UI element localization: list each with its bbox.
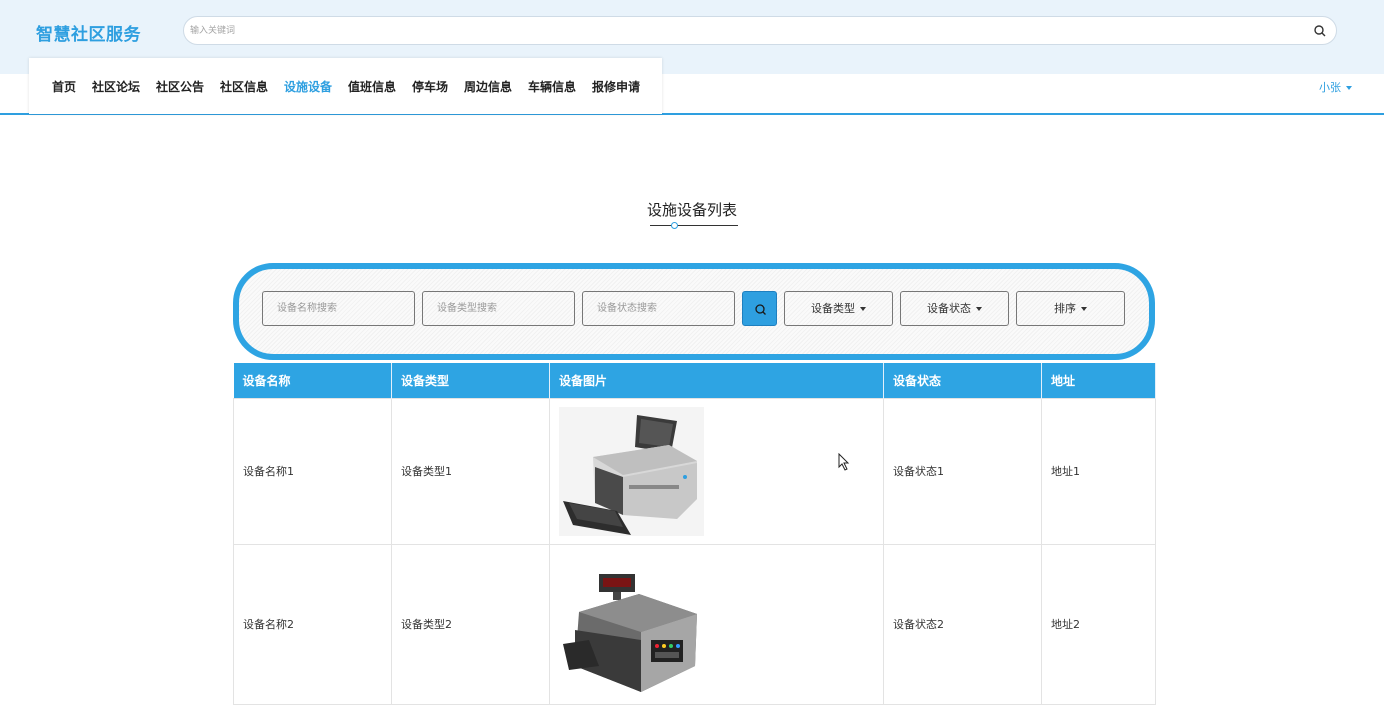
nav-item-home[interactable]: 首页	[52, 78, 76, 95]
cell-name: 设备名称1	[233, 397, 392, 545]
column-header-type: 设备类型	[391, 363, 550, 398]
user-menu[interactable]: 小张	[1319, 79, 1352, 95]
chevron-down-icon	[1081, 307, 1087, 311]
nav-item-forum[interactable]: 社区论坛	[92, 78, 140, 95]
nav-item-repair[interactable]: 报修申请	[592, 78, 640, 95]
chevron-down-icon	[976, 307, 982, 311]
equipment-table: 设备名称 设备类型 设备图片 设备状态 地址 设备名称1 设备类型1 设备状态1…	[233, 363, 1156, 705]
printer-image[interactable]	[559, 406, 704, 536]
global-search-box	[183, 16, 1337, 45]
user-name: 小张	[1319, 81, 1341, 94]
cash-counter-image[interactable]	[559, 570, 704, 692]
main-nav: 首页 社区论坛 社区公告 社区信息 设施设备 值班信息 停车场 周边信息 车辆信…	[29, 58, 662, 114]
table-header-row: 设备名称 设备类型 设备图片 设备状态 地址	[233, 363, 1156, 398]
search-icon[interactable]	[1312, 23, 1328, 39]
equipment-type-dropdown[interactable]: 设备类型	[784, 291, 893, 326]
equipment-type-dropdown-label: 设备类型	[811, 302, 855, 315]
sort-dropdown[interactable]: 排序	[1016, 291, 1125, 326]
filter-search-button[interactable]	[742, 291, 777, 326]
cell-status: 设备状态1	[883, 397, 1042, 545]
nav-item-vehicles[interactable]: 车辆信息	[528, 78, 576, 95]
equipment-type-search-input[interactable]	[422, 291, 575, 326]
title-dot-icon	[671, 222, 678, 229]
nav-item-parking[interactable]: 停车场	[412, 78, 448, 95]
equipment-status-search-input[interactable]	[582, 291, 735, 326]
cell-status: 设备状态2	[883, 543, 1042, 705]
equipment-status-dropdown-label: 设备状态	[927, 302, 971, 315]
equipment-status-dropdown[interactable]: 设备状态	[900, 291, 1009, 326]
page-title: 设施设备列表	[646, 201, 737, 219]
cell-image	[549, 397, 884, 545]
column-header-name: 设备名称	[233, 363, 392, 398]
cell-address: 地址2	[1041, 543, 1156, 705]
chevron-down-icon	[860, 307, 866, 311]
mouse-pointer-icon	[838, 453, 850, 471]
cell-type: 设备类型2	[391, 543, 550, 705]
sort-dropdown-label: 排序	[1054, 302, 1076, 315]
table-row[interactable]: 设备名称1 设备类型1 设备状态1 地址1	[233, 397, 1156, 545]
site-brand[interactable]: 智慧社区服务	[36, 20, 141, 45]
chevron-down-icon	[1346, 86, 1352, 90]
equipment-name-search-input[interactable]	[262, 291, 415, 326]
title-underline	[650, 225, 738, 226]
nav-item-facilities[interactable]: 设施设备	[284, 78, 332, 95]
column-header-status: 设备状态	[883, 363, 1042, 398]
column-header-image: 设备图片	[549, 363, 884, 398]
nav-item-community-info[interactable]: 社区信息	[220, 78, 268, 95]
nav-item-nearby[interactable]: 周边信息	[464, 78, 512, 95]
global-search-input[interactable]	[190, 23, 1290, 39]
cell-type: 设备类型1	[391, 397, 550, 545]
table-row[interactable]: 设备名称2 设备类型2 设备状态2 地址2	[233, 543, 1156, 705]
column-header-address: 地址	[1041, 363, 1156, 398]
cell-image	[549, 543, 884, 705]
cell-address: 地址1	[1041, 397, 1156, 545]
filter-bar: 设备类型 设备状态 排序	[233, 263, 1155, 360]
nav-item-announcements[interactable]: 社区公告	[156, 78, 204, 95]
cell-name: 设备名称2	[233, 543, 392, 705]
nav-item-duty[interactable]: 值班信息	[348, 78, 396, 95]
search-icon	[755, 304, 766, 315]
